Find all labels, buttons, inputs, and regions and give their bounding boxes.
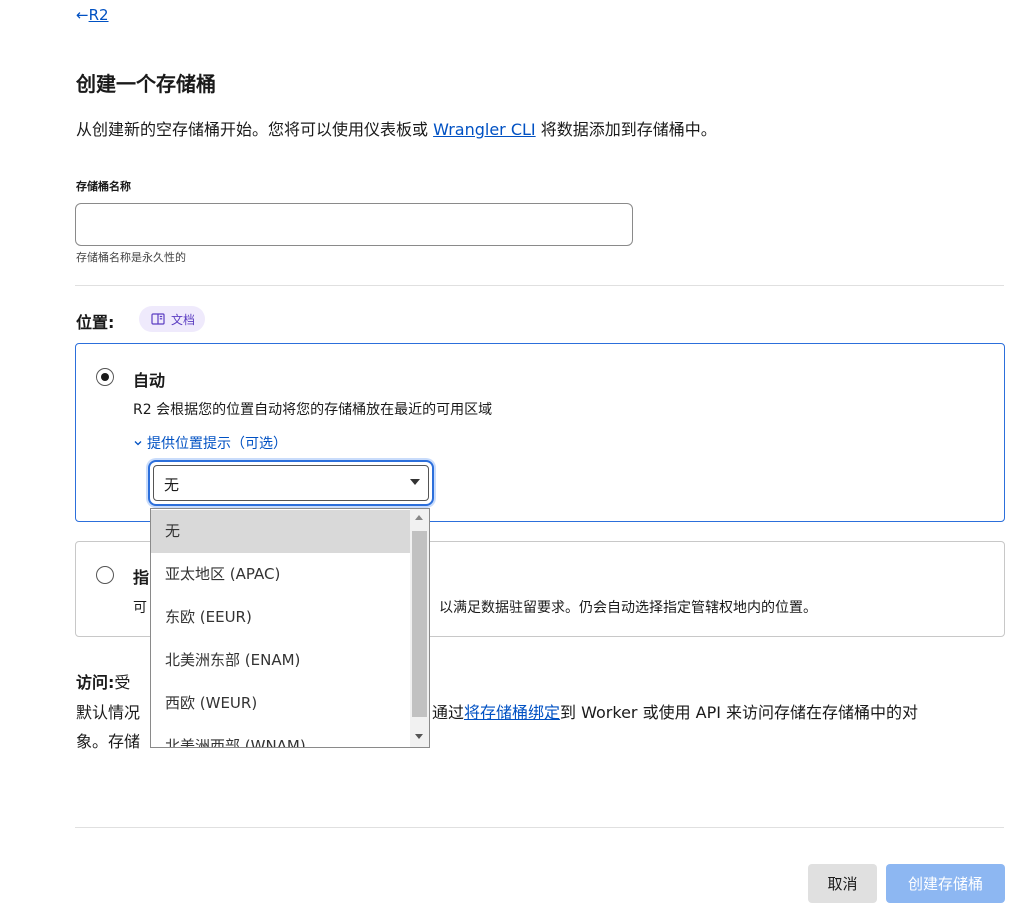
hint-toggle-label: 提供位置提示（可选） xyxy=(147,436,287,452)
select-value: 无 xyxy=(164,476,180,494)
access-text-start: 默认情况 xyxy=(76,703,141,722)
dropdown-option[interactable]: 西欧 (WEUR) xyxy=(151,682,410,725)
back-link[interactable]: ←R2 xyxy=(76,6,109,24)
access-text-tail: 通过将存储桶绑定到 Worker 或使用 API 来访问存储在存储桶中的对 xyxy=(432,699,918,723)
select-inner xyxy=(153,465,429,501)
dropdown-option[interactable]: 北美洲东部 (ENAM) xyxy=(151,639,410,682)
intro-text: 从创建新的空存储桶开始。您将可以使用仪表板或 Wrangler CLI 将数据添… xyxy=(76,116,717,140)
access-heading-bold: 访问: xyxy=(76,673,115,692)
divider xyxy=(75,827,1004,828)
caret-down-icon xyxy=(410,479,420,485)
dropdown-scrollbar[interactable] xyxy=(410,509,429,747)
auto-title: 自动 xyxy=(133,371,166,390)
access-heading-tail: 受 xyxy=(114,673,131,692)
back-label: R2 xyxy=(88,6,109,24)
page-title: 创建一个存储桶 xyxy=(76,72,216,96)
book-icon xyxy=(151,313,165,325)
scroll-down-icon[interactable] xyxy=(415,734,423,739)
back-arrow: ← xyxy=(76,6,89,24)
location-auto-card[interactable]: 自动 R2 会根据您的位置自动将您的存储桶放在最近的可用区域 提供位置提示（可选… xyxy=(75,343,1005,522)
location-hint-select[interactable]: 无 xyxy=(148,460,434,506)
dropdown-option[interactable]: 亚太地区 (APAC) xyxy=(151,553,410,596)
access-post: 到 Worker 或使用 API 来访问存储在存储桶中的对 xyxy=(560,703,919,722)
radio-specific[interactable] xyxy=(96,566,114,584)
location-dropdown-list[interactable]: 无 亚太地区 (APAC) 东欧 (EEUR) 北美洲东部 (ENAM) 西欧 … xyxy=(150,508,430,748)
scrollbar-thumb[interactable] xyxy=(412,531,427,717)
wrangler-cli-link[interactable]: Wrangler CLI xyxy=(433,120,536,139)
dropdown-option[interactable]: 无 xyxy=(151,510,410,553)
dropdown-option[interactable]: 北美洲西部 (WNAM) xyxy=(151,725,410,747)
divider xyxy=(75,285,1004,286)
bucket-name-label: 存储桶名称 xyxy=(76,180,131,193)
dropdown-option[interactable]: 东欧 (EEUR) xyxy=(151,596,410,639)
bucket-name-input[interactable] xyxy=(75,203,633,246)
cancel-button[interactable]: 取消 xyxy=(808,864,877,903)
docs-badge-label: 文档 xyxy=(171,312,196,327)
access-pre: 通过 xyxy=(432,703,465,722)
bind-bucket-link[interactable]: 将存储桶绑定 xyxy=(464,703,560,722)
radio-auto[interactable] xyxy=(96,368,114,386)
docs-badge[interactable]: 文档 xyxy=(139,306,206,332)
access-text-line3: 象。存储 xyxy=(76,732,141,751)
specific-desc-start: 可 xyxy=(133,600,147,616)
specific-desc-tail: 以满足数据驻留要求。仍会自动选择指定管辖权地内的位置。 xyxy=(439,600,817,616)
create-bucket-button[interactable]: 创建存储桶 xyxy=(886,864,1005,903)
location-heading: 位置: xyxy=(76,313,115,332)
location-hint-toggle[interactable]: 提供位置提示（可选） xyxy=(133,433,287,453)
intro-after: 将数据添加到存储桶中。 xyxy=(535,120,717,139)
intro-before: 从创建新的空存储桶开始。您将可以使用仪表板或 xyxy=(76,120,434,139)
bucket-name-help: 存储桶名称是永久性的 xyxy=(76,251,186,264)
specific-title: 指 xyxy=(133,568,150,587)
auto-description: R2 会根据您的位置自动将您的存储桶放在最近的可用区域 xyxy=(133,402,493,418)
access-heading: 访问:受 xyxy=(76,669,130,693)
scroll-up-icon[interactable] xyxy=(415,515,423,520)
chevron-down-icon xyxy=(134,441,142,446)
